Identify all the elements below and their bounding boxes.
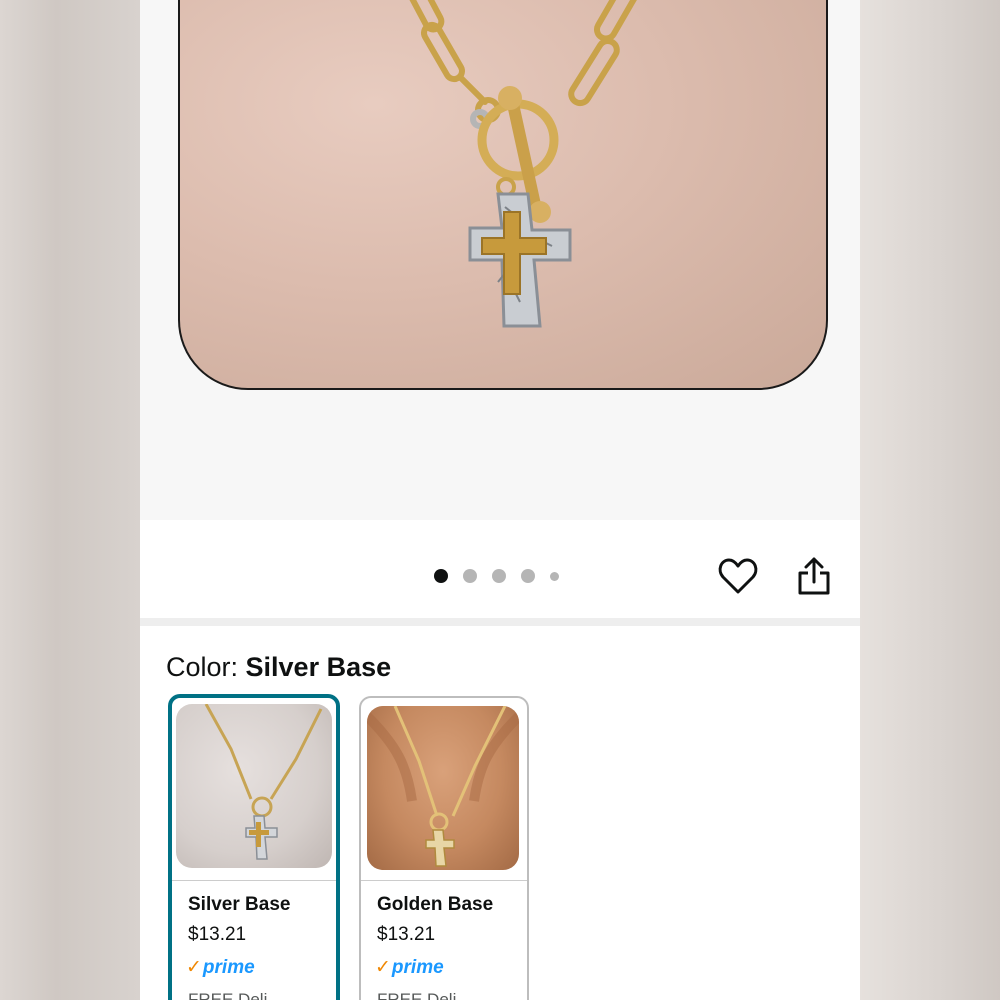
variant-divider [172,880,336,881]
section-divider [140,618,860,626]
pagination-dot-5[interactable] [550,571,559,581]
pagination-dot-4[interactable] [521,569,535,583]
product-image[interactable] [178,0,828,390]
product-page: Color: Silver Base Silver Base $13.21 ✓p… [140,0,860,1000]
favorite-button[interactable] [716,554,760,598]
prime-check-icon: ✓ [186,957,202,978]
pagination-dot-2[interactable] [463,569,477,583]
share-icon [798,557,830,595]
pagination-dot-1[interactable] [434,569,448,583]
pagination-dot-3[interactable] [492,569,506,583]
selected-color-value: Silver Base [245,652,392,682]
share-button[interactable] [792,554,836,598]
prime-label: prime [391,957,444,978]
variant-price: $13.21 [188,924,247,945]
variant-thumbnail [367,706,519,870]
variant-name: Golden Base [377,894,494,915]
color-label: Color: Silver Base [166,652,391,683]
prime-badge: ✓prime [375,956,444,979]
pagination-dots [434,568,559,584]
golden-necklace-thumbnail [367,706,519,867]
variant-price: $13.21 [377,924,436,945]
prime-badge: ✓prime [186,956,255,979]
color-selector: Color: Silver Base Silver Base $13.21 ✓p… [140,626,860,1000]
variant-option-silver-base[interactable]: Silver Base $13.21 ✓prime FREE Deli [168,694,340,1000]
variant-divider [361,880,527,881]
color-label-prefix: Color: [166,652,246,682]
silver-necklace-thumbnail [204,704,323,860]
variant-thumbnail [176,704,332,868]
variant-name: Silver Base [188,894,291,915]
background-right [860,0,1000,1000]
variant-delivery: FREE Deli [188,990,268,1000]
variant-delivery: FREE Deli [377,990,457,1000]
variant-option-golden-base[interactable]: Golden Base $13.21 ✓prime FREE Deli [359,696,529,1000]
necklace-photo [401,0,644,328]
prime-check-icon: ✓ [375,957,391,978]
prime-label: prime [202,957,255,978]
background-left [0,0,140,1000]
heart-outline-icon [718,558,758,594]
carousel-controls [140,520,860,618]
image-gallery [140,0,860,520]
